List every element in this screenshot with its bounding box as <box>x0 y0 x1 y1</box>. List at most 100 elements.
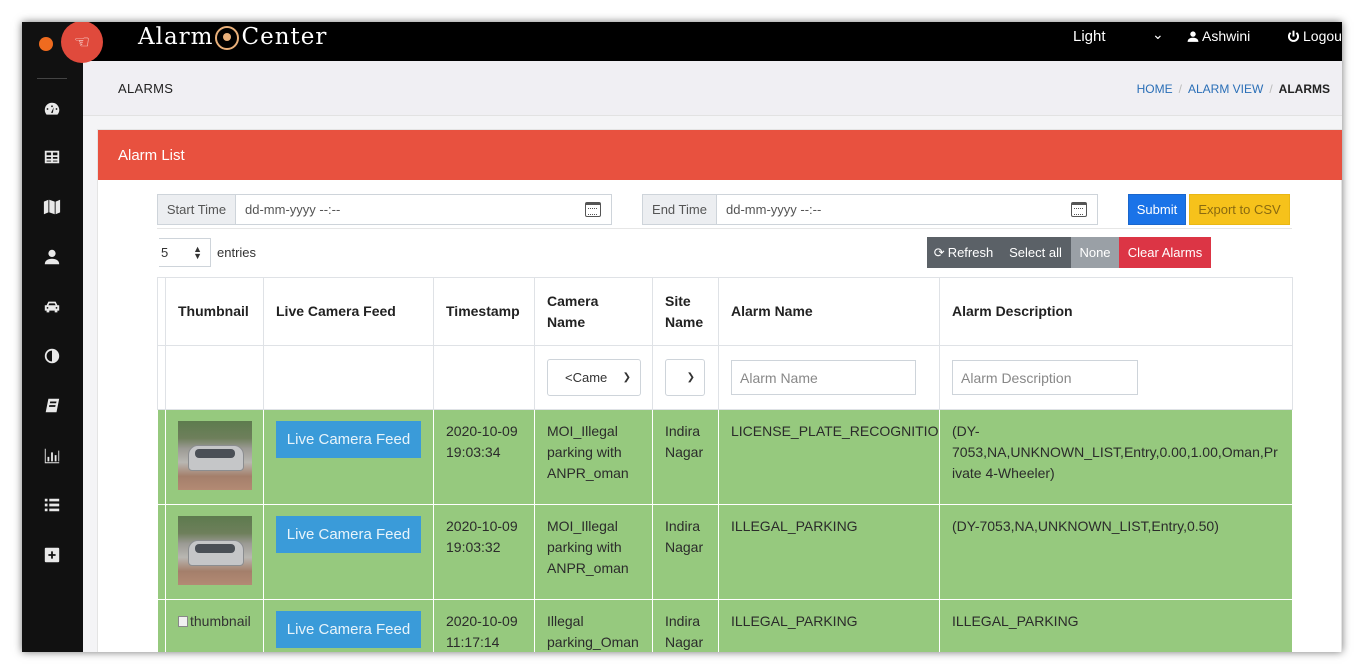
column-header[interactable]: Thumbnail <box>165 277 264 346</box>
column-header[interactable]: Timestamp <box>433 277 535 346</box>
broken-thumbnail[interactable]: thumbnail <box>178 611 251 632</box>
user-icon[interactable] <box>32 242 72 272</box>
alarm-name-filter-input[interactable]: Alarm Name <box>731 360 916 395</box>
column-header[interactable]: Camera Name <box>534 277 653 346</box>
start-time-input[interactable]: dd-mm-yyyy --:-- <box>235 194 612 225</box>
car-thumbnail[interactable] <box>178 516 252 585</box>
live-camera-feed-button[interactable]: Live Camera Feed <box>276 421 421 458</box>
alarms-table: Thumbnail Live Camera Feed Timestamp Cam… <box>157 277 1293 652</box>
alarm-name-cell: ILLEGAL_PARKING <box>718 599 940 652</box>
thumbnail-cell <box>165 504 264 600</box>
column-header[interactable]: Alarm Name <box>718 277 940 346</box>
entries-value: 5 <box>161 245 169 260</box>
alarm-description-cell: ILLEGAL_PARKING <box>939 599 1293 652</box>
timestamp-cell: 2020-10-09 19:03:34 <box>433 409 535 505</box>
export-csv-button[interactable]: Export to CSV <box>1189 194 1290 225</box>
sidebar: ☜ <box>22 22 103 652</box>
live-camera-feed-button[interactable]: Live Camera Feed <box>276 516 421 553</box>
table-row[interactable]: Live Camera Feed 2020-10-09 19:03:34 MOI… <box>157 409 1293 505</box>
page-title: ALARMS <box>118 81 174 96</box>
clear-alarms-button[interactable]: Clear Alarms <box>1119 237 1211 268</box>
camera-name-cell: MOI_Illegal parking with ANPR_oman <box>534 504 653 600</box>
breadcrumb-home[interactable]: HOME <box>1137 82 1173 96</box>
list-icon[interactable] <box>32 490 72 520</box>
camera-filter-select[interactable]: <Came ❯ <box>547 359 641 396</box>
logout-button[interactable]: Logout <box>1287 28 1342 44</box>
chevron-down-icon[interactable]: ⌄ <box>1152 26 1164 43</box>
thumbnail-cell <box>165 409 264 505</box>
filter-cell: Alarm Description <box>939 345 1293 410</box>
row-select-cell[interactable] <box>157 599 166 652</box>
plus-square-icon[interactable] <box>32 540 72 570</box>
calendar-icon[interactable] <box>585 202 601 217</box>
live-camera-feed-button[interactable]: Live Camera Feed <box>276 611 421 648</box>
end-time-input[interactable]: dd-mm-yyyy --:-- <box>716 194 1098 225</box>
breadcrumb-alarm-view[interactable]: ALARM VIEW <box>1188 82 1263 96</box>
select-none-button[interactable]: None <box>1071 237 1119 268</box>
book-icon[interactable] <box>32 391 72 421</box>
breadcrumb-current: ALARMS <box>1278 82 1330 96</box>
thumbnail-cell: thumbnail <box>165 599 264 652</box>
entries-select[interactable]: 5 ▲ ▼ <box>159 238 211 267</box>
select-all-button[interactable]: Select all <box>1000 237 1071 268</box>
breadcrumb-separator: / <box>1178 82 1182 96</box>
live-feed-cell: Live Camera Feed <box>263 504 434 600</box>
hand-pointer-icon[interactable]: ☜ <box>61 22 103 63</box>
user-name: Ashwini <box>1202 28 1251 44</box>
status-dot <box>39 37 53 51</box>
page-header: ALARMS HOME / ALARM VIEW / ALARMS <box>83 61 1342 116</box>
column-header[interactable]: Site Name <box>652 277 719 346</box>
theme-label[interactable]: Light <box>1073 28 1106 45</box>
end-time-label: End Time <box>642 194 717 225</box>
filter-cell: <Came ❯ <box>534 345 653 410</box>
column-header[interactable]: Alarm Description <box>939 277 1293 346</box>
site-filter-select[interactable]: ❯ <box>665 359 705 396</box>
table-header-row: Thumbnail Live Camera Feed Timestamp Cam… <box>157 277 1293 346</box>
panel-title: Alarm List <box>98 130 1342 180</box>
select-column-header <box>157 277 166 346</box>
row-select-cell[interactable] <box>157 504 166 600</box>
alarm-description-cell: (DY-7053,NA,UNKNOWN_LIST,Entry,0.50) <box>939 504 1293 600</box>
site-name-cell: Indira Nagar <box>652 409 719 505</box>
table-icon[interactable] <box>32 142 72 172</box>
refresh-button[interactable]: ⟳ Refresh <box>927 237 1000 268</box>
breadcrumb-separator: / <box>1269 82 1273 96</box>
table-row[interactable]: thumbnail Live Camera Feed 2020-10-09 11… <box>157 599 1293 652</box>
alarm-description-cell: (DY-7053,NA,UNKNOWN_LIST,Entry,0.00,1.00… <box>939 409 1293 505</box>
refresh-icon: ⟳ <box>933 244 945 260</box>
site-name-cell: Indira Nagar <box>652 599 719 652</box>
camera-name-cell: MOI_Illegal parking with ANPR_oman <box>534 409 653 505</box>
refresh-label: Refresh <box>947 245 994 260</box>
filter-cell <box>165 345 264 410</box>
filter-cell <box>157 345 166 410</box>
car-icon[interactable] <box>32 292 72 322</box>
chevron-down-icon: ❯ <box>622 372 631 383</box>
filter-cell <box>263 345 434 410</box>
logout-label: Logout <box>1303 28 1342 44</box>
row-select-cell[interactable] <box>157 409 166 505</box>
dashboard-icon[interactable] <box>32 94 72 124</box>
submit-button[interactable]: Submit <box>1128 194 1186 225</box>
contrast-icon[interactable] <box>32 341 72 371</box>
timestamp-cell: 2020-10-09 11:17:14 <box>433 599 535 652</box>
map-icon[interactable] <box>32 192 72 222</box>
table-row[interactable]: Live Camera Feed 2020-10-09 19:03:32 MOI… <box>157 504 1293 600</box>
column-header[interactable]: Live Camera Feed <box>263 277 434 346</box>
app-window: ☜ Alarm Center Light ⌄ Ashwini Logout AL… <box>22 22 1342 652</box>
alarm-name-cell: ILLEGAL_PARKING <box>718 504 940 600</box>
car-thumbnail[interactable] <box>178 421 252 490</box>
filter-cell <box>433 345 535 410</box>
sort-arrows-icon: ▲ ▼ <box>193 243 202 261</box>
brand-text-left: Alarm <box>138 24 214 50</box>
alarm-list-panel: Alarm List Start Time dd-mm-yyyy --:-- E… <box>97 129 1342 652</box>
user-menu[interactable]: Ashwini <box>1187 28 1250 44</box>
calendar-icon[interactable] <box>1071 202 1087 217</box>
chevron-down-icon: ❯ <box>686 372 695 383</box>
start-time-placeholder: dd-mm-yyyy --:-- <box>245 202 341 217</box>
divider <box>157 228 1292 229</box>
filter-cell: Alarm Name <box>718 345 940 410</box>
bar-chart-icon[interactable] <box>32 441 72 471</box>
camera-filter-value: <Came <box>565 370 608 385</box>
alarm-description-filter-input[interactable]: Alarm Description <box>952 360 1138 395</box>
app-logo[interactable]: Alarm Center <box>138 24 327 50</box>
